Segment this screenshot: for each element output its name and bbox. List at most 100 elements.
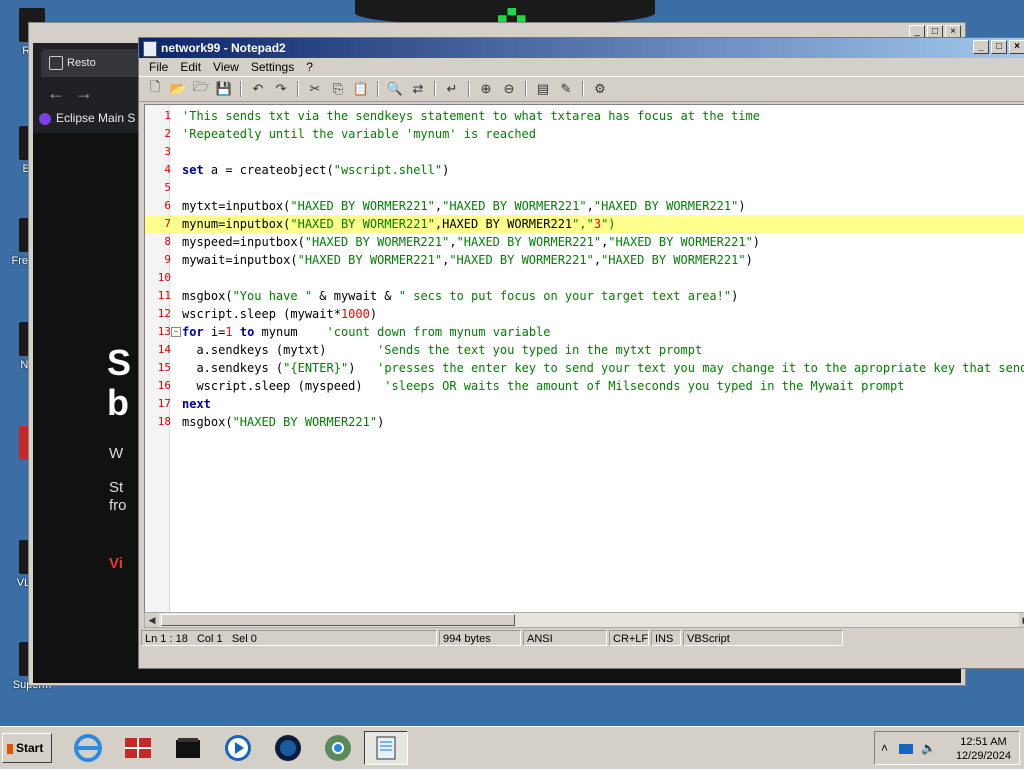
code-line[interactable]: 17 next: [145, 395, 1024, 413]
status-bar: Ln 1 : 18 Col 1 Sel 0 994 bytes ANSI CR+…: [141, 630, 1024, 648]
status-encoding: ANSI: [523, 630, 607, 646]
line-number: 4: [164, 163, 171, 176]
code-text: a.sendkeys ("{ENTER}") 'presses the ente…: [182, 361, 1024, 375]
toolbar-separator: [468, 81, 470, 97]
redo-icon[interactable]: ↷: [271, 80, 291, 98]
code-line[interactable]: 15 a.sendkeys ("{ENTER}") 'presses the e…: [145, 359, 1024, 377]
show-hidden-icons-icon[interactable]: ˄: [881, 741, 888, 755]
terminal-icon[interactable]: [166, 731, 210, 765]
browse-icon[interactable]: 🗁: [191, 79, 211, 98]
zoom-in-icon[interactable]: ⊕: [476, 80, 496, 98]
code-line[interactable]: 11 msgbox("You have " & mywait & " secs t…: [145, 287, 1024, 305]
line-number: 13: [157, 325, 171, 338]
line-number: 16: [157, 379, 171, 392]
line-number: 11: [157, 289, 171, 302]
firewall-icon[interactable]: [116, 731, 160, 765]
scheme-icon[interactable]: ▤: [533, 80, 553, 98]
media-player-icon: [225, 735, 251, 761]
start-button[interactable]: Start: [2, 733, 52, 763]
clock-date: 12/29/2024: [955, 750, 1011, 762]
terminal-icon: [176, 738, 200, 758]
code-line[interactable]: 16 wscript.sleep (myspeed) 'sleeps OR wa…: [145, 377, 1024, 395]
menu-settings[interactable]: Settings: [245, 58, 300, 76]
paste-icon[interactable]: 📋: [351, 80, 371, 98]
code-line[interactable]: 4 set a = createobject("wscript.shell"): [145, 161, 1024, 179]
zoom-out-icon[interactable]: ⊖: [499, 80, 519, 98]
code-line[interactable]: 2 'Repeatedly until the variable 'mynum' …: [145, 125, 1024, 143]
clock-time: 12:51 AM: [960, 736, 1007, 748]
run-icon[interactable]: ⚙: [590, 80, 610, 98]
menu-edit[interactable]: Edit: [174, 58, 207, 76]
replace-icon[interactable]: ⇄: [408, 80, 428, 98]
eclipse-icon: [39, 112, 51, 125]
taskbar: Start ˄ 🔈 12:51 AM 12/29/2024: [0, 726, 1024, 769]
volume-icon[interactable]: 🔈: [921, 741, 936, 755]
maximize-button[interactable]: □: [991, 40, 1007, 54]
page-link[interactable]: Vi: [109, 555, 123, 572]
browser-tab[interactable]: Resto: [41, 49, 149, 77]
code-line[interactable]: 1 'This sends txt via the sendkeys statem…: [145, 107, 1024, 125]
line-number: 1: [164, 109, 171, 122]
scrollbar-thumb[interactable]: [161, 614, 515, 626]
undo-icon[interactable]: ↶: [248, 80, 268, 98]
notepad2-titlebar[interactable]: network99 - Notepad2 _ □ ×: [139, 38, 1024, 58]
forward-arrow-icon[interactable]: →: [75, 83, 93, 103]
status-size: 994 bytes: [439, 630, 521, 646]
globe-icon[interactable]: [266, 731, 310, 765]
minimize-button[interactable]: _: [973, 40, 989, 54]
page-heading: Sb: [107, 342, 132, 423]
code-line[interactable]: 6 mytxt=inputbox("HAXED BY WORMER221","HA…: [145, 197, 1024, 215]
copy-icon[interactable]: ⎘: [328, 80, 348, 98]
globe-icon: [275, 735, 301, 761]
menu-file[interactable]: File: [143, 58, 174, 76]
code-line[interactable]: 8 myspeed=inputbox("HAXED BY WORMER221","…: [145, 233, 1024, 251]
word-wrap-icon[interactable]: ↵: [442, 80, 462, 98]
customize-scheme-icon[interactable]: ✎: [556, 80, 576, 98]
horizontal-scrollbar[interactable]: ◀ ▶: [144, 612, 1024, 628]
fold-toggle-icon[interactable]: −: [171, 327, 181, 337]
clock[interactable]: 12:51 AM 12/29/2024: [956, 735, 1011, 763]
media-player-icon[interactable]: [216, 731, 260, 765]
notepad2-taskbar-button[interactable]: [364, 731, 408, 765]
code-editor[interactable]: 1 'This sends txt via the sendkeys statem…: [144, 104, 1024, 614]
chrome-icon[interactable]: [316, 731, 360, 765]
scroll-right-icon[interactable]: ▶: [1019, 613, 1024, 627]
menu-help[interactable]: ?: [300, 58, 319, 76]
code-text: 'This sends txt via the sendkeys stateme…: [182, 109, 760, 123]
menu-bar: File Edit View Settings ?: [139, 58, 1024, 76]
cut-icon[interactable]: ✂: [305, 80, 325, 98]
code-line[interactable]: 9 mywait=inputbox("HAXED BY WORMER221","H…: [145, 251, 1024, 269]
new-file-icon[interactable]: 🗋: [145, 79, 165, 98]
find-icon[interactable]: 🔍: [385, 80, 405, 98]
line-number: 14: [157, 343, 171, 356]
chrome-icon: [325, 735, 351, 761]
close-button[interactable]: ×: [1009, 40, 1024, 54]
back-arrow-icon[interactable]: ←: [47, 83, 65, 103]
code-line[interactable]: 7 mynum=inputbox("HAXED BY WORMER221",HAX…: [145, 215, 1024, 233]
open-folder-icon[interactable]: 📂: [168, 80, 188, 98]
tab-icon: [49, 56, 63, 71]
code-line[interactable]: 5: [145, 179, 1024, 197]
code-line[interactable]: 13− for i=1 to mynum 'count down from myn…: [145, 323, 1024, 341]
code-line[interactable]: 10: [145, 269, 1024, 287]
line-number: 10: [157, 271, 171, 284]
code-line[interactable]: 18 msgbox("HAXED BY WORMER221"): [145, 413, 1024, 431]
toolbar-separator: [297, 81, 299, 97]
code-line[interactable]: 14 a.sendkeys (mytxt) 'Sends the text yo…: [145, 341, 1024, 359]
line-number: 5: [164, 181, 171, 194]
window-title: network99 - Notepad2: [161, 41, 286, 55]
scroll-left-icon[interactable]: ◀: [145, 613, 159, 627]
menu-view[interactable]: View: [207, 58, 245, 76]
code-line[interactable]: 3: [145, 143, 1024, 161]
code-text: wscript.sleep (mywait*1000): [182, 307, 378, 321]
page-text: fro: [109, 497, 127, 514]
network-icon[interactable]: [899, 744, 913, 754]
page-text: St: [109, 479, 124, 496]
code-line[interactable]: 12 wscript.sleep (mywait*1000): [145, 305, 1024, 323]
code-text: a.sendkeys (mytxt) 'Sends the text you t…: [182, 343, 703, 357]
save-icon[interactable]: 💾: [214, 80, 234, 98]
toolbar-separator: [434, 81, 436, 97]
bookmark-item[interactable]: Eclipse Main S: [39, 111, 135, 125]
internet-explorer-icon[interactable]: [66, 731, 110, 765]
line-number: 3: [164, 145, 171, 158]
